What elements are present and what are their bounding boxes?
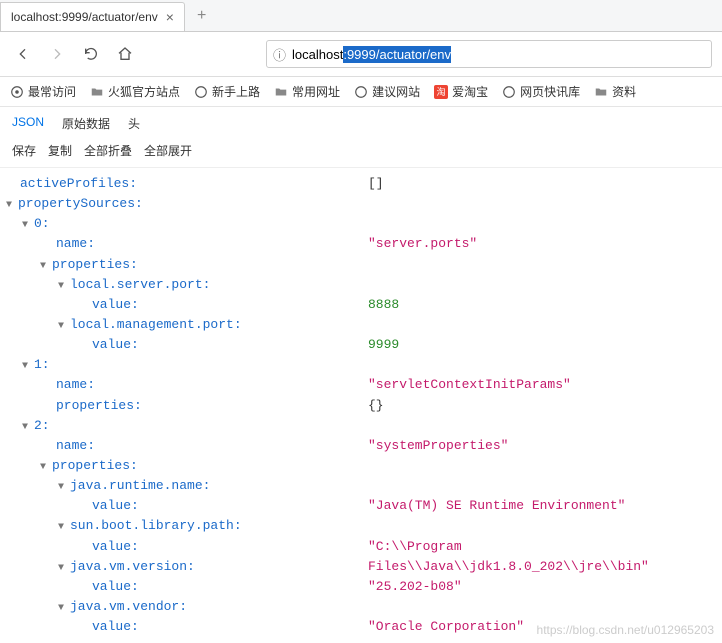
collapse-icon[interactable]: ▼ — [20, 359, 30, 375]
nav-row: ⓘ localhost:9999/actuator/env — [0, 32, 722, 77]
collapse-icon[interactable]: ▼ — [38, 460, 48, 476]
json-viewer: activeProfiles:[] ▼propertySources: ▼0: … — [0, 168, 722, 643]
collapse-icon[interactable]: ▼ — [4, 198, 14, 214]
collapse-icon[interactable]: ▼ — [56, 279, 66, 295]
json-key[interactable]: ▼0: — [4, 214, 60, 234]
json-key[interactable]: ▼java.runtime.name: — [4, 476, 220, 496]
new-tab-button[interactable]: + — [185, 1, 218, 31]
collapse-icon[interactable]: ▼ — [56, 561, 66, 577]
url-text: localhost:9999/actuator/env — [292, 47, 705, 62]
watermark: https://blog.csdn.net/u012965203 — [537, 621, 714, 640]
tab-json[interactable]: JSON — [12, 115, 44, 132]
collapse-icon[interactable]: ▼ — [56, 480, 66, 496]
action-save[interactable]: 保存 — [12, 142, 36, 159]
action-copy[interactable]: 复制 — [48, 142, 72, 159]
json-value: "C:\\Program Files\\Java\\jdk1.8.0_202\\… — [368, 537, 722, 577]
json-key[interactable]: name: — [4, 234, 105, 254]
collapse-icon[interactable]: ▼ — [20, 420, 30, 436]
bookmark-firefox[interactable]: 火狐官方站点 — [90, 83, 180, 100]
collapse-icon[interactable]: ▼ — [20, 218, 30, 234]
bookmark-newbie[interactable]: 新手上路 — [194, 83, 260, 100]
json-key[interactable]: ▼properties: — [4, 456, 148, 476]
json-key[interactable]: name: — [4, 375, 105, 395]
info-icon[interactable]: ⓘ — [273, 45, 286, 64]
json-value: "systemProperties" — [368, 436, 508, 456]
json-key[interactable]: properties: — [4, 396, 152, 416]
bookmark-data[interactable]: 资料 — [594, 83, 636, 100]
json-key[interactable]: ▼local.server.port: — [4, 275, 220, 295]
json-key[interactable]: value: — [4, 577, 149, 597]
json-value: "server.ports" — [368, 234, 477, 254]
collapse-icon[interactable]: ▼ — [56, 601, 66, 617]
bookmarks-bar: 最常访问 火狐官方站点 新手上路 常用网址 建议网站 淘爱淘宝 网页快讯库 资料 — [0, 77, 722, 107]
bookmark-flash[interactable]: 网页快讯库 — [502, 83, 580, 100]
json-key[interactable]: ▼properties: — [4, 255, 148, 275]
json-key[interactable]: value: — [4, 496, 149, 516]
json-value: {} — [368, 396, 384, 416]
json-key[interactable]: ▼local.management.port: — [4, 315, 252, 335]
json-value: "Oracle Corporation" — [368, 617, 524, 637]
json-value: [] — [368, 174, 384, 194]
tab-raw[interactable]: 原始数据 — [62, 115, 110, 132]
view-tabs: JSON 原始数据 头 — [0, 107, 722, 138]
action-collapse-all[interactable]: 全部折叠 — [84, 142, 132, 159]
bookmark-common[interactable]: 常用网址 — [274, 83, 340, 100]
tab-bar: localhost:9999/actuator/env × + — [0, 0, 722, 32]
json-value: "Java(TM) SE Runtime Environment" — [368, 496, 625, 516]
json-value: 9999 — [368, 335, 399, 355]
tab-title: localhost:9999/actuator/env — [11, 10, 158, 24]
json-key[interactable]: value: — [4, 335, 149, 355]
json-key[interactable]: value: — [4, 295, 149, 315]
bookmark-suggest[interactable]: 建议网站 — [354, 83, 420, 100]
json-key[interactable]: value: — [4, 537, 149, 557]
json-key[interactable]: value: — [4, 617, 149, 637]
collapse-icon[interactable]: ▼ — [56, 319, 66, 335]
forward-button[interactable] — [44, 41, 70, 67]
json-key[interactable]: ▼1: — [4, 355, 60, 375]
json-key[interactable]: activeProfiles: — [4, 174, 147, 194]
json-value: 8888 — [368, 295, 399, 315]
actions-bar: 保存 复制 全部折叠 全部展开 — [0, 138, 722, 168]
close-icon[interactable]: × — [166, 9, 174, 25]
json-key[interactable]: ▼2: — [4, 416, 60, 436]
bookmark-most-visited[interactable]: 最常访问 — [10, 83, 76, 100]
json-key[interactable]: ▼sun.boot.library.path: — [4, 516, 252, 536]
json-key[interactable]: ▼propertySources: — [4, 194, 153, 214]
bookmark-taobao[interactable]: 淘爱淘宝 — [434, 83, 488, 100]
home-button[interactable] — [112, 41, 138, 67]
collapse-icon[interactable]: ▼ — [56, 520, 66, 536]
url-bar[interactable]: ⓘ localhost:9999/actuator/env — [266, 40, 712, 68]
taobao-icon: 淘 — [434, 85, 448, 99]
json-value: "servletContextInitParams" — [368, 375, 571, 395]
reload-button[interactable] — [78, 41, 104, 67]
collapse-icon[interactable]: ▼ — [38, 259, 48, 275]
json-value: "25.202-b08" — [368, 577, 462, 597]
json-key[interactable]: name: — [4, 436, 105, 456]
browser-tab[interactable]: localhost:9999/actuator/env × — [0, 2, 185, 31]
action-expand-all[interactable]: 全部展开 — [144, 142, 192, 159]
json-key[interactable]: ▼java.vm.version: — [4, 557, 205, 577]
tab-head[interactable]: 头 — [128, 115, 140, 132]
back-button[interactable] — [10, 41, 36, 67]
json-key[interactable]: ▼java.vm.vendor: — [4, 597, 197, 617]
